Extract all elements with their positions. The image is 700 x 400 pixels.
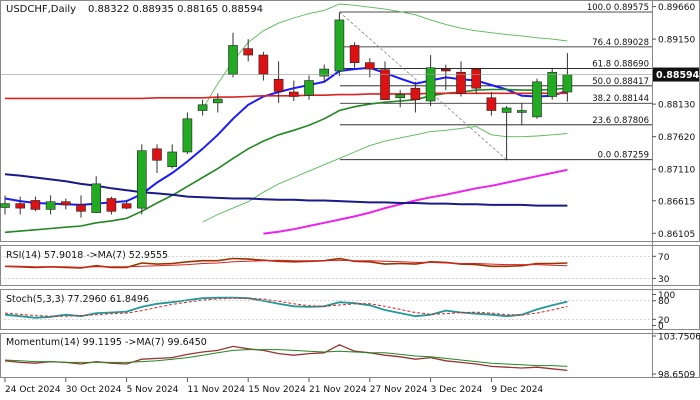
candle-body-bear [410, 87, 421, 100]
price-tick-label: 0.88130 [658, 101, 695, 111]
candle-body-bear [106, 198, 117, 212]
fib-level-label: 0.0 0.87259 [598, 151, 649, 161]
candle-body-bear [30, 200, 41, 210]
indicator-tick-label: 103.7506 [658, 333, 700, 343]
candle-body-bull [182, 118, 193, 153]
candle-body-bear [364, 62, 375, 70]
candle-body-bull [425, 67, 436, 102]
candle-body-bull [501, 107, 512, 113]
fib-level-label: 100.0 0.89575 [587, 3, 649, 13]
indicator-series-0 [4, 344, 568, 372]
candle-body-bull [137, 150, 147, 209]
indicator-tick-label: 30 [658, 275, 670, 285]
time-axis: 24 Oct 2024 30 Oct 2024 5 Nov 2024 11 Nov 2… [4, 378, 543, 395]
candle-body-bear [273, 78, 284, 92]
candle-body-bull [45, 201, 56, 210]
fib-level-label: 61.8 0.88690 [592, 59, 649, 69]
candle-body-bull [167, 151, 177, 167]
moving-averages [4, 66, 568, 235]
indicator-tick-label: 98.6509 [658, 370, 695, 380]
fib-level-label: 38.2 0.88144 [592, 94, 649, 104]
indicator-axis-ticks: 703010080200103.750698.6509 [652, 253, 700, 380]
price-axis-ticks: 0.89660 0.89150 0.88130 0.87620 0.87110 0.866… [652, 3, 695, 240]
chart-canvas: USDCHF,Daily 0.88322 0.88935 0.88165 0.8… [0, 0, 700, 395]
indicator-tick-label: 70 [658, 253, 670, 263]
moving-average-line-ma_red [5, 92, 568, 100]
time-tick-label: 21 Nov 2024 [309, 385, 367, 395]
candle-body-bull [334, 19, 345, 72]
candle-body-bear [288, 91, 299, 97]
indicator-series-1 [4, 349, 568, 367]
candle-body-bear [440, 68, 451, 72]
current-price-label: 0.88594 [656, 70, 700, 81]
time-tick-label: 5 Nov 2024 [127, 385, 179, 395]
fib-level-label: 23.6 0.87806 [592, 116, 649, 126]
candle-body-bull [547, 71, 558, 97]
momentum-title: Momentum(14) 99.1195 ->MA(7) 99.6450 [6, 337, 207, 348]
candle-body-bear [243, 48, 253, 56]
time-tick-label: 11 Nov 2024 [187, 385, 245, 395]
time-tick-label: 30 Oct 2024 [66, 385, 122, 395]
candle-body-bull [228, 45, 238, 75]
indicator-tick-label: 0 [658, 322, 664, 332]
candle-body-bear [76, 204, 86, 212]
candle-body-bull [516, 110, 527, 113]
candle-body-bull [319, 68, 330, 77]
rsi-title: RSI(14) 57.9018 ->MA(7) 52.9555 [6, 250, 168, 261]
ohlc-values: 0.88322 0.88935 0.88165 0.88594 [88, 4, 263, 15]
candle-body-bear [15, 203, 25, 209]
candle-body-bear [258, 54, 269, 75]
candle-body-bear [456, 71, 466, 94]
candle-body-bear [152, 148, 162, 161]
price-tick-label: 0.87110 [658, 166, 695, 176]
chart-window: USDCHF,Daily 0.88322 0.88935 0.88165 0.8… [0, 0, 700, 400]
candle-body-bear [349, 45, 360, 63]
candle-body-bear [60, 201, 71, 206]
price-tick-label: 0.86615 [658, 197, 695, 207]
candle-body-bear [471, 68, 482, 89]
symbol-timeframe: USDCHF,Daily [6, 4, 76, 15]
candle-body-bull [532, 81, 542, 118]
candle-body-bull [91, 183, 101, 213]
bollinger-bands [202, 3, 568, 223]
candle-body-bull [0, 203, 10, 208]
price-tick-label: 0.87620 [658, 133, 695, 143]
time-tick-label: 15 Nov 2024 [248, 385, 306, 395]
moving-average-line-ma_green [4, 87, 568, 234]
candle-body-bull [395, 94, 406, 99]
momentum-lines [4, 344, 568, 372]
price-tick-label: 0.89660 [658, 3, 695, 13]
candle-body-bull [562, 74, 573, 93]
time-tick-label: 3 Dec 2024 [431, 385, 483, 395]
moving-average-line-ma_navy [4, 173, 568, 207]
stoch-title: Stoch(5,3,3) 77.2960 61.8496 [6, 294, 149, 305]
price-tick-label: 0.89150 [658, 36, 695, 46]
candle-body-bull [304, 80, 314, 96]
fib-level-label: 50.0 0.88417 [592, 77, 649, 87]
time-tick-label: 24 Oct 2024 [5, 385, 61, 395]
moving-average-line-ma_magenta [263, 168, 568, 235]
price-tick-label: 0.86105 [658, 230, 695, 240]
time-tick-label: 9 Dec 2024 [491, 385, 543, 395]
candle-body-bull [197, 104, 208, 111]
time-tick-label: 27 Nov 2024 [370, 385, 428, 395]
stoch-lines [0, 296, 652, 320]
candle-body-bear [380, 69, 390, 100]
fib-level-label: 76.4 0.89028 [592, 38, 649, 48]
candle-body-bull [213, 98, 223, 104]
indicator-tick-label: 80 [658, 297, 670, 307]
candle-body-bear [121, 203, 132, 209]
candle-body-bear [486, 97, 497, 111]
